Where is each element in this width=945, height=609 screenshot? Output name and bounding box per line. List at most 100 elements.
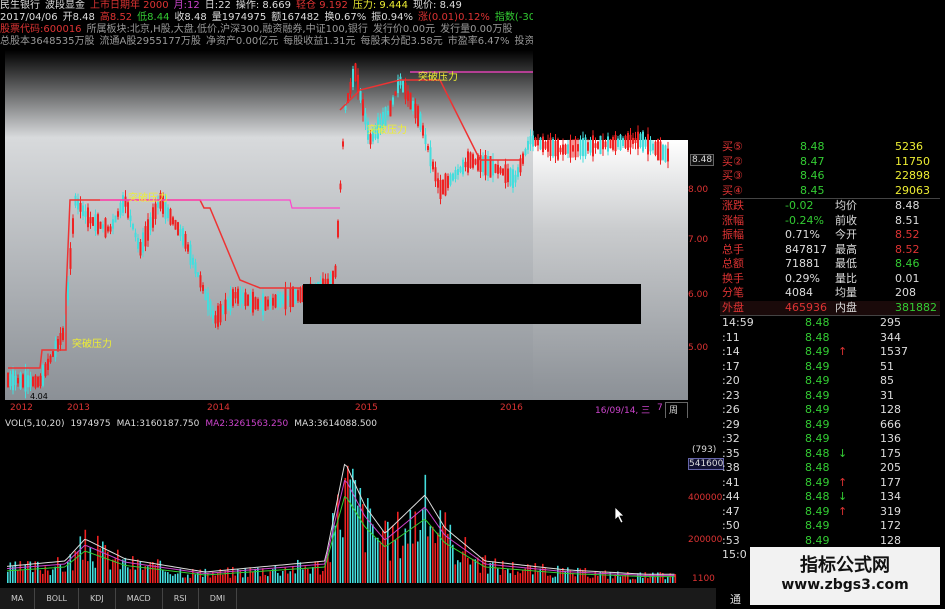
candle-body (209, 301, 212, 315)
candle-body (582, 138, 584, 157)
tick-volume: 1537 (880, 345, 908, 358)
tick-arrow: ↓ (838, 490, 848, 503)
volume-bar (62, 571, 64, 583)
candle-body (417, 105, 419, 127)
volume-bar (172, 575, 174, 583)
tab-ma[interactable]: MA (0, 588, 36, 609)
volume-chart[interactable] (5, 418, 688, 588)
tab-kdj[interactable]: KDJ (79, 588, 116, 609)
candle-body (502, 168, 504, 176)
candle-body (197, 272, 199, 277)
candle-body (617, 138, 619, 147)
tab-boll[interactable]: BOLL (35, 588, 79, 609)
volume-bar (134, 569, 137, 583)
tick-row: :38 8.48 205 (720, 461, 940, 476)
candle-body (432, 161, 434, 170)
volume-bar (234, 575, 237, 583)
tick-price: 8.49 (805, 417, 830, 431)
volume-bar (247, 576, 249, 583)
volume-bar (212, 571, 214, 583)
header-row2-field: 开8.48 (62, 12, 95, 23)
candle-body (664, 145, 667, 162)
volume-bar (629, 579, 632, 583)
price-chart[interactable]: 突破压力 突破压力 突破压力 突破压力 4.04 (0, 50, 720, 400)
tick-row: :17 8.49 51 (720, 360, 940, 375)
stats-row: 涨幅 -0.24% 前收 8.51 (720, 214, 940, 229)
candle-body (62, 328, 64, 340)
candle-body (169, 208, 172, 225)
volume-bar (482, 557, 484, 583)
candle-body (459, 166, 462, 173)
candle-body (262, 293, 264, 316)
volume-bar (562, 567, 564, 583)
candle-body (7, 372, 9, 388)
candle-body (414, 103, 417, 119)
cursor-date: 16/09/14, 三 (595, 406, 651, 416)
candle-body (152, 207, 154, 228)
candle-body (292, 286, 294, 307)
candle-body (149, 217, 152, 231)
year-label: 2014 (207, 403, 230, 413)
tick-price: 8.49 (805, 345, 830, 358)
candle-body (259, 302, 262, 308)
candle-body (647, 134, 649, 155)
stat-value: -0.24% (785, 213, 824, 227)
candle-body (554, 140, 557, 157)
volume-bar (264, 574, 267, 583)
tick-list[interactable]: 14:59 8.48 295:11 8.48 344:14 8.49 ↑ 1537:17 8.4… (720, 316, 940, 563)
volume-bar (419, 529, 422, 583)
volume-bar (499, 574, 502, 583)
candle-body (387, 110, 389, 116)
candle-body (34, 375, 37, 388)
tab-macd[interactable]: MACD (116, 588, 163, 609)
stat-label: 最低 (835, 257, 857, 270)
candle-body (277, 294, 279, 307)
candle-body (67, 282, 69, 300)
volume-bar (532, 574, 534, 583)
candle-body (19, 372, 22, 389)
candle-body (499, 167, 502, 174)
tick-volume: 172 (880, 519, 901, 532)
candle-body (399, 76, 402, 86)
volume-axis-label: 400000 (688, 493, 723, 503)
tick-time: :44 (722, 490, 740, 503)
chart-background-right (533, 140, 688, 400)
candle-body (189, 244, 192, 265)
outer-label: 外盘 (722, 300, 744, 314)
volume-bar (137, 559, 139, 583)
header-row1-field: 轻仓 9.192 (296, 0, 348, 11)
stat-label: 均量 (835, 286, 857, 299)
candle-body (104, 218, 107, 238)
candle-body (592, 135, 594, 157)
volume-bar (664, 579, 667, 583)
tick-arrow: ↑ (838, 345, 848, 358)
tick-time: :50 (722, 519, 740, 532)
candle-body (439, 179, 442, 200)
time-axis: 2012 2013 2014 2015 2016 16/09/14, 三 7 周… (5, 400, 688, 430)
tab-dmi[interactable]: DMI (199, 588, 238, 609)
candle-body (94, 214, 97, 232)
volume-bar (154, 565, 157, 583)
candle-body (32, 377, 34, 387)
header-row2-field: 额167482 (271, 12, 320, 23)
candle-body (549, 137, 552, 156)
volume-bar (277, 572, 279, 583)
volume-bar (242, 577, 244, 583)
candle-body (409, 92, 412, 110)
volume-bar (339, 529, 342, 583)
tick-row: :47 8.49 ↑ 319 (720, 505, 940, 520)
tick-row: :26 8.49 128 (720, 403, 940, 418)
header-row4-field: 每股收益1.31元 (283, 36, 356, 47)
volume-bar (547, 575, 549, 583)
volume-bar (514, 574, 517, 583)
volume-bar (307, 568, 309, 583)
candle-body (599, 135, 602, 155)
volume-bar (487, 573, 489, 583)
candle-body (517, 167, 519, 177)
volume-bar (142, 569, 144, 583)
volume-bar (372, 524, 374, 583)
tab-rsi[interactable]: RSI (163, 588, 199, 609)
volume-bar (432, 526, 434, 583)
volume-bar (87, 561, 89, 583)
volume-bar (187, 574, 189, 583)
